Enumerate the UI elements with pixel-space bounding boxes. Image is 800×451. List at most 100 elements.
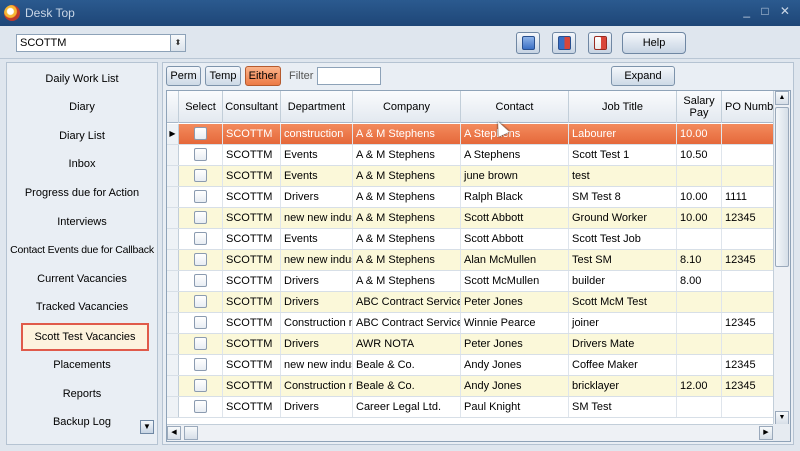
- select-checkbox[interactable]: [194, 253, 207, 266]
- sidebar-item-tracked-vacancies[interactable]: Tracked Vacancies: [7, 293, 157, 321]
- sidebar-item-current-vacancies[interactable]: Current Vacancies: [7, 265, 157, 293]
- cell-contact: A Stephens: [461, 124, 569, 144]
- select-checkbox[interactable]: [194, 316, 207, 329]
- either-toggle[interactable]: Either: [245, 66, 281, 86]
- grid-vertical-scrollbar[interactable]: ▲ ▼: [773, 91, 790, 425]
- row-indicator: [167, 166, 179, 186]
- sidebar-item-interviews[interactable]: Interviews: [7, 208, 157, 236]
- select-checkbox[interactable]: [194, 295, 207, 308]
- cell-company: A & M Stephens: [353, 145, 461, 165]
- spin-icon[interactable]: ⬍: [170, 35, 185, 51]
- user-combo-value: SCOTTM: [20, 37, 67, 49]
- title-bar: Desk Top _ □ ✕: [0, 0, 800, 26]
- vertical-scroll-thumb[interactable]: [775, 107, 789, 267]
- cell-company: Beale & Co.: [353, 355, 461, 375]
- table-row[interactable]: SCOTTM Drivers Career Legal Ltd. Paul Knigh…: [167, 397, 774, 418]
- sidebar-item-placements[interactable]: Placements: [7, 351, 157, 379]
- expand-button[interactable]: Expand: [611, 66, 675, 86]
- scroll-up-icon[interactable]: ▲: [775, 91, 789, 105]
- sidebar-item-contact-events[interactable]: Contact Events due for Callback: [7, 236, 157, 264]
- transfer-button[interactable]: [552, 32, 576, 54]
- sidebar-item-inbox[interactable]: Inbox: [7, 150, 157, 178]
- select-checkbox[interactable]: [194, 337, 207, 350]
- calculator-button[interactable]: [516, 32, 540, 54]
- select-checkbox[interactable]: [194, 127, 207, 140]
- sidebar-item-backup-log[interactable]: Backup Log: [7, 408, 157, 436]
- header-po-number[interactable]: PO Numbe: [722, 91, 774, 123]
- cell-po-number: 12345: [722, 355, 774, 375]
- sidebar-item-progress-due[interactable]: Progress due for Action: [7, 179, 157, 207]
- window-controls[interactable]: _ □ ✕: [743, 4, 794, 18]
- cell-company: A & M Stephens: [353, 229, 461, 249]
- cell-select: [179, 271, 223, 291]
- sidebar-item-scott-test-vacancies[interactable]: Scott Test Vacancies: [21, 323, 149, 351]
- cell-job-title: SM Test: [569, 397, 677, 417]
- select-checkbox[interactable]: [194, 274, 207, 287]
- cell-company: A & M Stephens: [353, 250, 461, 270]
- table-row[interactable]: SCOTTM new new indus A & M Stephens Alan Mc…: [167, 250, 774, 271]
- table-row[interactable]: SCOTTM Events A & M Stephens A Stephens Scot…: [167, 145, 774, 166]
- table-row[interactable]: SCOTTMConstruction neABC Contract Servic…: [167, 313, 774, 334]
- table-row[interactable]: ▶ SCOTTM construction A & M Stephens A Steph…: [167, 124, 774, 145]
- select-checkbox[interactable]: [194, 379, 207, 392]
- row-indicator: ▶: [167, 124, 179, 144]
- select-checkbox[interactable]: [194, 358, 207, 371]
- cell-department: Construction ne: [281, 313, 353, 333]
- horizontal-scroll-thumb[interactable]: [184, 426, 198, 440]
- filter-input[interactable]: [317, 67, 381, 85]
- sidebar-item-reports[interactable]: Reports: [7, 380, 157, 408]
- cell-select: [179, 229, 223, 249]
- header-consultant[interactable]: Consultant: [223, 91, 281, 123]
- table-row[interactable]: SCOTTM new new indus Beale & Co. Andy Jones…: [167, 355, 774, 376]
- header-contact[interactable]: Contact: [461, 91, 569, 123]
- exit-button[interactable]: [588, 32, 612, 54]
- cell-department: Construction ne: [281, 376, 353, 396]
- help-button[interactable]: Help: [622, 32, 686, 54]
- sidebar-item-diary-list[interactable]: Diary List: [7, 122, 157, 150]
- table-row[interactable]: SCOTTM Drivers AWR NOTA Peter Jones Drivers …: [167, 334, 774, 355]
- temp-toggle[interactable]: Temp: [205, 66, 241, 86]
- cell-contact: Andy Jones: [461, 376, 569, 396]
- perm-toggle[interactable]: Perm: [166, 66, 201, 86]
- scroll-left-icon[interactable]: ◀: [167, 426, 181, 440]
- scroll-right-icon[interactable]: ▶: [759, 426, 773, 440]
- user-combo[interactable]: SCOTTM ⬍: [16, 34, 186, 52]
- cell-select: [179, 145, 223, 165]
- cell-company: A & M Stephens: [353, 208, 461, 228]
- table-row[interactable]: SCOTTMConstruction neBeale & Co.Andy Jon…: [167, 376, 774, 397]
- header-salary-pay[interactable]: Salary Pay: [677, 91, 722, 123]
- cell-consultant: SCOTTM: [223, 376, 281, 396]
- table-row[interactable]: SCOTTM Events A & M Stephens Scott Abbott Sc…: [167, 229, 774, 250]
- row-indicator: [167, 292, 179, 312]
- table-row[interactable]: SCOTTM Events A & M Stephens june brown test: [167, 166, 774, 187]
- header-department[interactable]: Department: [281, 91, 353, 123]
- cell-job-title: Scott Test Job: [569, 229, 677, 249]
- select-checkbox[interactable]: [194, 169, 207, 182]
- header-job-title[interactable]: Job Title: [569, 91, 677, 123]
- table-row[interactable]: SCOTTM Drivers A & M Stephens Scott McMulle…: [167, 271, 774, 292]
- sidebar-item-daily-work-list[interactable]: Daily Work List: [7, 65, 157, 93]
- scroll-down-icon[interactable]: ▼: [775, 411, 789, 425]
- sidebar-item-diary[interactable]: Diary: [7, 93, 157, 121]
- select-checkbox[interactable]: [194, 400, 207, 413]
- row-indicator: [167, 229, 179, 249]
- cell-po-number: 12345: [722, 250, 774, 270]
- table-row[interactable]: SCOTTM new new indus A & M Stephens Scott A…: [167, 208, 774, 229]
- cell-salary-pay: 8.10: [677, 250, 722, 270]
- cell-select: [179, 187, 223, 207]
- table-row[interactable]: SCOTTM Drivers ABC Contract Services Peter …: [167, 292, 774, 313]
- cell-consultant: SCOTTM: [223, 166, 281, 186]
- cell-po-number: [722, 229, 774, 249]
- select-checkbox[interactable]: [194, 148, 207, 161]
- select-checkbox[interactable]: [194, 211, 207, 224]
- select-checkbox[interactable]: [194, 232, 207, 245]
- header-company[interactable]: Company: [353, 91, 461, 123]
- sidebar-scroll-down-button[interactable]: ▼: [140, 420, 154, 434]
- header-select[interactable]: Select: [179, 91, 223, 123]
- select-checkbox[interactable]: [194, 190, 207, 203]
- cell-department: new new indus: [281, 250, 353, 270]
- grid-horizontal-scrollbar[interactable]: ◀ ▶: [167, 424, 774, 441]
- cell-contact: Peter Jones: [461, 292, 569, 312]
- cell-select: [179, 124, 223, 144]
- table-row[interactable]: SCOTTM Drivers A & M Stephens Ralph Black SM…: [167, 187, 774, 208]
